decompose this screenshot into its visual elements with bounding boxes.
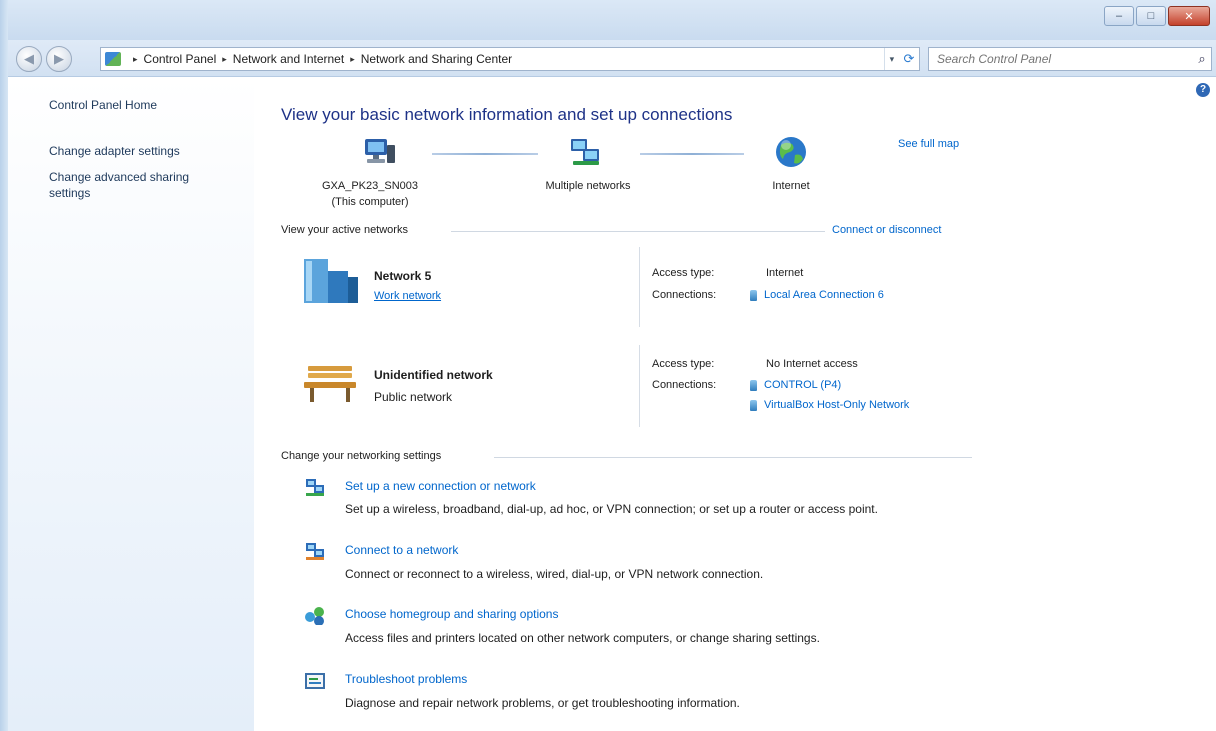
work-network-icon: [304, 259, 358, 303]
network-adapter-icon: [750, 379, 757, 391]
map-connector-line: [640, 153, 744, 155]
connections-label: Connections:: [652, 289, 717, 301]
title-bar: – □ ✕: [0, 0, 1216, 40]
address-controls: ▾ ⟳: [884, 48, 919, 70]
breadcrumb-network-and-internet[interactable]: Network and Internet: [233, 52, 344, 66]
internet-globe-icon: [776, 137, 806, 167]
search-box[interactable]: ⌕: [928, 47, 1212, 71]
connection-link[interactable]: Local Area Connection 6: [750, 289, 884, 301]
network-adapter-icon: [750, 289, 757, 301]
task-description: Access files and printers located on oth…: [345, 631, 820, 645]
sidebar: Control Panel Home Change adapter settin…: [8, 77, 254, 731]
connection-link[interactable]: CONTROL (P4): [750, 379, 841, 391]
maximize-button[interactable]: □: [1136, 6, 1166, 26]
breadcrumb: ▸ Control Panel ▸ Network and Internet ▸…: [127, 52, 512, 66]
search-icon[interactable]: ⌕: [1193, 51, 1211, 67]
breadcrumb-control-panel[interactable]: Control Panel: [144, 52, 217, 66]
computer-icon: [365, 139, 395, 163]
task-description: Diagnose and repair network problems, or…: [345, 696, 740, 710]
task-description: Connect or reconnect to a wireless, wire…: [345, 567, 764, 581]
vertical-divider: [639, 247, 640, 327]
network-sharing-center-window: – □ ✕ ◀ ▶ ▸ Control Panel ▸ Network and …: [0, 0, 1216, 731]
connection-name: VirtualBox Host-Only Network: [764, 399, 910, 411]
network-name: Unidentified network: [374, 368, 493, 382]
control-panel-icon: [105, 52, 121, 66]
forward-button[interactable]: ▶: [46, 46, 72, 72]
section-divider: [451, 231, 825, 232]
window-frame-left: [0, 0, 8, 731]
computer-subtitle: (This computer): [331, 196, 409, 208]
network-type-link[interactable]: Work network: [374, 290, 441, 302]
public-network-bench-icon: [304, 366, 356, 402]
page-title: View your basic network information and …: [281, 105, 733, 124]
map-node-computer[interactable]: GXA_PK23_SN003 (This computer): [300, 180, 440, 208]
troubleshoot-link[interactable]: Troubleshoot problems: [345, 672, 467, 686]
window-controls: – □ ✕: [1102, 6, 1210, 26]
setup-connection-link[interactable]: Set up a new connection or network: [345, 479, 536, 493]
map-connector-line: [432, 153, 538, 155]
refresh-icon[interactable]: ⟳: [903, 51, 914, 67]
breadcrumb-separator: ▸: [133, 53, 138, 64]
vertical-divider: [639, 345, 640, 427]
connect-network-link[interactable]: Connect to a network: [345, 543, 458, 557]
section-divider: [494, 457, 972, 458]
see-full-map-link[interactable]: See full map: [898, 138, 959, 150]
map-node-internet[interactable]: Internet: [751, 180, 831, 192]
address-bar[interactable]: ▸ Control Panel ▸ Network and Internet ▸…: [100, 47, 920, 71]
connection-name: CONTROL (P4): [764, 379, 842, 391]
back-button[interactable]: ◀: [16, 46, 42, 72]
access-type-label: Access type:: [652, 358, 715, 370]
search-input[interactable]: [929, 51, 1193, 67]
network-adapter-icon: [750, 399, 757, 411]
close-button[interactable]: ✕: [1168, 6, 1210, 26]
navigation-bar: ◀ ▶ ▸ Control Panel ▸ Network and Intern…: [0, 40, 1216, 77]
access-type-value: Internet: [766, 267, 804, 279]
connections-label: Connections:: [652, 379, 717, 391]
access-type-value: No Internet access: [766, 358, 858, 370]
multiple-networks-icon: [571, 139, 599, 165]
troubleshoot-icon: [305, 673, 325, 689]
main-content: View your basic network information and …: [254, 77, 1216, 731]
homegroup-link[interactable]: Choose homegroup and sharing options: [345, 607, 558, 621]
breadcrumb-separator[interactable]: ▸: [350, 54, 355, 65]
sidebar-control-panel-home[interactable]: Control Panel Home: [49, 97, 229, 113]
sidebar-change-advanced-sharing[interactable]: Change advanced sharing settings: [49, 169, 219, 201]
minimize-button[interactable]: –: [1104, 6, 1134, 26]
computer-name: GXA_PK23_SN003: [321, 180, 418, 192]
sidebar-change-adapter-settings[interactable]: Change adapter settings: [49, 143, 229, 159]
connect-network-icon: [306, 543, 324, 560]
networking-settings-title: Change your networking settings: [281, 450, 442, 462]
address-dropdown-icon[interactable]: ▾: [890, 54, 895, 65]
task-description: Set up a wireless, broadband, dial-up, a…: [345, 502, 878, 516]
connection-name: Local Area Connection 6: [764, 289, 884, 301]
new-connection-icon: [306, 479, 324, 496]
network-type: Public network: [374, 390, 453, 404]
homegroup-icon: [305, 607, 324, 625]
network-name: Network 5: [374, 269, 432, 283]
active-networks-title: View your active networks: [281, 224, 408, 236]
connection-link[interactable]: VirtualBox Host-Only Network: [750, 399, 909, 411]
map-node-networks[interactable]: Multiple networks: [520, 180, 656, 192]
access-type-label: Access type:: [652, 267, 715, 279]
breadcrumb-network-and-sharing-center[interactable]: Network and Sharing Center: [361, 52, 512, 66]
connect-or-disconnect-link[interactable]: Connect or disconnect: [832, 224, 941, 236]
breadcrumb-separator[interactable]: ▸: [222, 54, 227, 65]
